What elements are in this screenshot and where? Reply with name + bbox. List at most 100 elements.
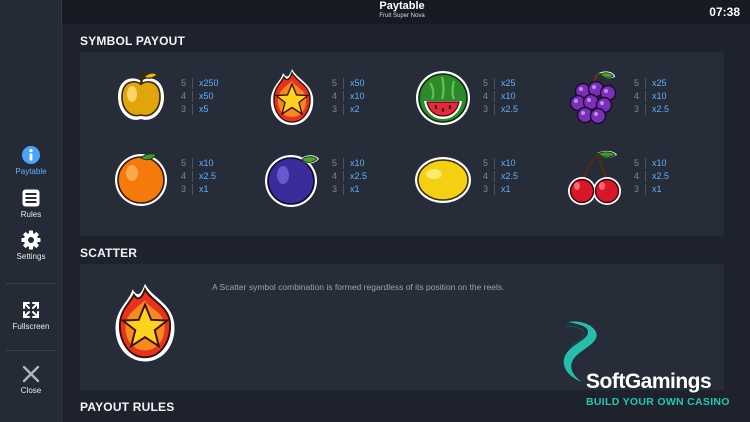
multiplier: x2.5	[501, 171, 519, 181]
divider	[343, 104, 344, 116]
symbol-count: 5	[633, 158, 639, 168]
symbol-count: 3	[633, 184, 639, 194]
multiplier: x50	[350, 78, 365, 88]
star-icon	[270, 69, 314, 125]
multiplier: x1	[501, 184, 511, 194]
symbol-count: 3	[482, 104, 488, 114]
section-title-symbol-payout: SYMBOL PAYOUT	[80, 34, 186, 48]
payout-row: 3 x1	[178, 183, 216, 196]
divider	[494, 158, 495, 170]
multiplier: x250	[199, 78, 219, 88]
multiplier: x1	[199, 184, 209, 194]
payout-orange: 5 x10 4 x2.5 3 x1	[110, 147, 260, 217]
symbol-count: 4	[482, 171, 488, 181]
symbol-payout-panel: 5 x250 4 x50 3 x5 5 x50 4 x10 3 x2 5 x25…	[80, 52, 724, 236]
payout-row: 3 x1	[631, 183, 669, 196]
symbol-count: 4	[331, 171, 337, 181]
multiplier: x2.5	[652, 171, 670, 181]
symbol-count: 5	[331, 158, 337, 168]
section-title-scatter: SCATTER	[80, 246, 138, 260]
payout-row: 3 x2.5	[480, 103, 518, 116]
payout-row: 4 x10	[631, 90, 669, 103]
softgamings-watermark: SoftGamings BUILD YOUR OWN CASINO	[556, 318, 746, 414]
softgamings-name: SoftGamings	[586, 370, 712, 393]
payout-row: 5 x25	[480, 77, 518, 90]
multiplier: x25	[501, 78, 516, 88]
payout-table: 5 x25 4 x10 3 x2.5	[631, 77, 669, 116]
divider	[343, 91, 344, 103]
sidebar: Paytable Rules Settings Fullscreen Close	[0, 0, 62, 422]
divider	[645, 78, 646, 90]
divider	[343, 171, 344, 183]
divider	[192, 171, 193, 183]
payout-watermelon: 5 x25 4 x10 3 x2.5	[412, 67, 562, 137]
sidebar-divider	[6, 283, 56, 284]
payout-table: 5 x10 4 x2.5 3 x1	[631, 157, 669, 196]
sidebar-item-rules[interactable]: Rules	[0, 188, 62, 220]
multiplier: x25	[652, 78, 667, 88]
top-bar: Paytable Fruit Super Nova 07:38	[62, 0, 750, 24]
multiplier: x5	[199, 104, 209, 114]
payout-row: 4 x50	[178, 90, 219, 103]
divider	[645, 158, 646, 170]
sidebar-item-label: Paytable	[15, 167, 47, 176]
divider	[343, 78, 344, 90]
gear-icon	[21, 230, 41, 250]
divider	[494, 91, 495, 103]
symbol-count: 5	[633, 78, 639, 88]
multiplier: x10	[652, 158, 667, 168]
payout-grapes: 5 x25 4 x10 3 x2.5	[563, 67, 713, 137]
divider	[494, 171, 495, 183]
watermelon-icon	[416, 71, 470, 125]
multiplier: x10	[501, 91, 516, 101]
payout-row: 3 x1	[480, 183, 518, 196]
multiplier: x2	[350, 104, 360, 114]
sidebar-item-close[interactable]: Close	[0, 364, 62, 396]
payout-star: 5 x50 4 x10 3 x2	[261, 67, 411, 137]
divider	[343, 184, 344, 196]
title-block: Paytable Fruit Super Nova	[340, 0, 464, 20]
section-title-payout-rules: PAYOUT RULES	[80, 400, 175, 414]
close-icon	[22, 365, 40, 383]
page-title: Paytable	[379, 0, 425, 12]
multiplier: x10	[350, 91, 365, 101]
multiplier: x50	[199, 91, 214, 101]
grapes-icon	[569, 71, 617, 125]
list-icon	[22, 189, 40, 207]
cherry-icon	[568, 150, 621, 205]
symbol-count: 5	[482, 78, 488, 88]
payout-row: 4 x2.5	[178, 170, 216, 183]
orange-icon	[115, 153, 167, 206]
sidebar-item-settings[interactable]: Settings	[0, 230, 62, 262]
divider	[192, 91, 193, 103]
symbol-count: 3	[331, 104, 337, 114]
symbol-count: 5	[482, 158, 488, 168]
sidebar-item-paytable[interactable]: Paytable	[0, 145, 62, 177]
multiplier: x10	[501, 158, 516, 168]
payout-cherry: 5 x10 4 x2.5 3 x1	[563, 147, 713, 217]
scatter-description: A Scatter symbol combination is formed r…	[212, 282, 505, 292]
divider	[494, 184, 495, 196]
symbol-count: 3	[633, 104, 639, 114]
multiplier: x2.5	[501, 104, 519, 114]
symbol-count: 3	[180, 184, 186, 194]
lemon-icon	[415, 157, 471, 203]
symbol-count: 5	[331, 78, 337, 88]
payout-table: 5 x10 4 x2.5 3 x1	[329, 157, 367, 196]
divider	[192, 158, 193, 170]
info-icon	[22, 146, 40, 164]
divider	[192, 78, 193, 90]
payout-table: 5 x25 4 x10 3 x2.5	[480, 77, 518, 116]
symbol-count: 4	[180, 171, 186, 181]
sidebar-item-label: Close	[20, 386, 42, 395]
symbol-count: 3	[482, 184, 488, 194]
payout-table: 5 x10 4 x2.5 3 x1	[480, 157, 518, 196]
payout-row: 3 x5	[178, 103, 219, 116]
payout-row: 5 x25	[631, 77, 669, 90]
multiplier: x10	[652, 91, 667, 101]
sidebar-item-fullscreen[interactable]: Fullscreen	[0, 300, 62, 332]
payout-lemon: 5 x10 4 x2.5 3 x1	[412, 147, 562, 217]
payout-row: 3 x2	[329, 103, 365, 116]
plum-icon	[265, 155, 319, 207]
symbol-count: 4	[331, 91, 337, 101]
